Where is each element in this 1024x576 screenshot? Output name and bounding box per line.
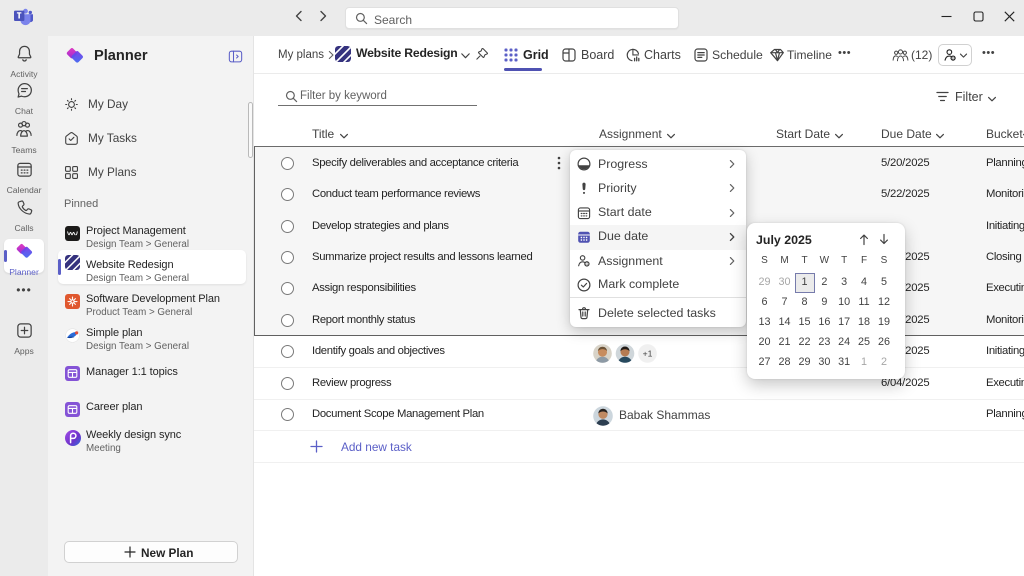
- svg-text:+1: +1: [643, 348, 653, 358]
